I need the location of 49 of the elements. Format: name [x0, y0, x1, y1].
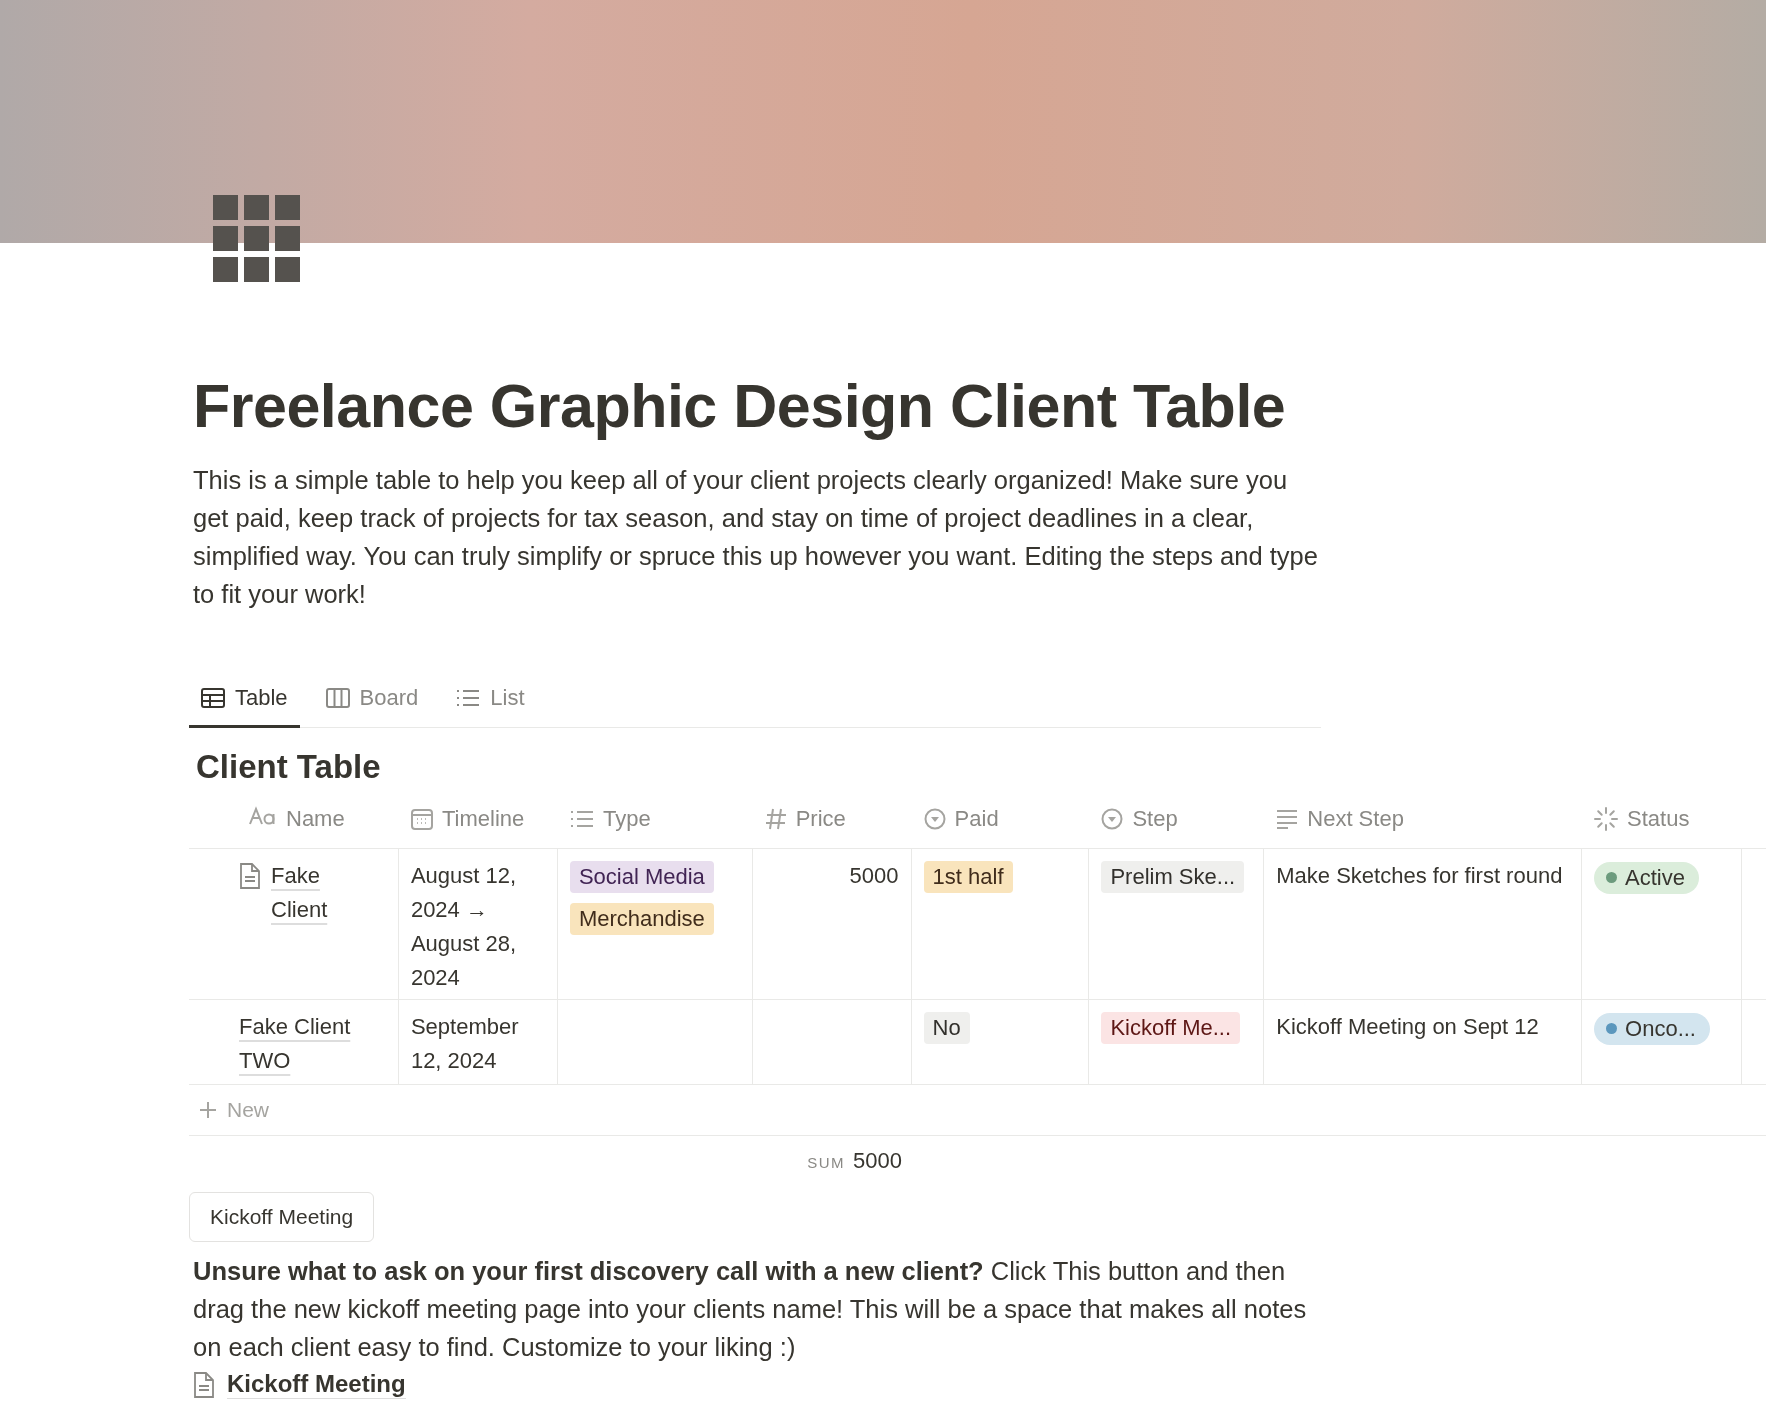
column-header[interactable]: Status	[1627, 806, 1690, 832]
plus-icon	[199, 1101, 217, 1119]
row-name[interactable]: Fake Client TWO	[239, 1010, 379, 1078]
page-title: Freelance Graphic Design Client Table	[193, 371, 1287, 441]
dropdown-icon	[923, 808, 946, 830]
view-tab[interactable]: Table	[189, 675, 300, 728]
price-value: 5000	[849, 863, 899, 888]
calendar-icon	[410, 808, 433, 830]
sum-value: 5000	[853, 1147, 902, 1175]
table-title: Client Table	[196, 748, 381, 786]
tag: 1st half	[923, 861, 1013, 893]
column-header[interactable]: Price	[795, 806, 846, 832]
column-header[interactable]: Step	[1132, 806, 1178, 832]
step-tag: Kickoff Me...	[1101, 1012, 1241, 1044]
document-icon	[193, 1371, 215, 1398]
tag: No	[923, 1012, 970, 1044]
column-header[interactable]: Next Step	[1307, 806, 1404, 832]
tag: Merchandise	[569, 903, 714, 935]
date-range: September 12, 2024	[410, 1013, 520, 1075]
sum-label: SUM	[807, 1153, 846, 1173]
view-tab[interactable]: List	[444, 675, 537, 728]
hash-icon	[764, 808, 787, 830]
page-link[interactable]: Kickoff Meeting	[227, 1370, 406, 1399]
note-paragraph: Unsure what to ask on your first discovery call with a new client? Click This button and then drag the new kickoff meeting page into your clients name! This will be a space that makes all notes on each client easy to find. Customize to your liking :)	[193, 1256, 1308, 1363]
next-step-text: Make Sketches for first round	[1276, 862, 1564, 890]
loading-icon	[1594, 807, 1619, 831]
next-step-text: Kickoff Meeting on Sept 12	[1276, 1013, 1540, 1041]
board-icon	[325, 688, 350, 708]
date-range: August 12, 2024 → August 28, 2024	[410, 862, 518, 992]
row-name[interactable]: Fake Client	[271, 859, 341, 927]
view-tab[interactable]: Board	[313, 675, 431, 728]
tag: Social Media	[569, 861, 714, 893]
column-header[interactable]: Paid	[954, 806, 999, 832]
document-icon	[239, 863, 261, 889]
column-header[interactable]: Timeline	[441, 806, 525, 832]
grid-icon	[213, 195, 300, 282]
list-icon	[569, 809, 594, 829]
status-pill: Active	[1594, 861, 1699, 894]
text-lines-icon	[1276, 809, 1299, 829]
status-pill: Onco...	[1594, 1012, 1710, 1045]
kickoff-meeting-button[interactable]: Kickoff Meeting	[189, 1192, 375, 1242]
column-header[interactable]: Type	[602, 806, 651, 832]
column-header[interactable]: Name	[286, 806, 345, 832]
new-row-button[interactable]: New	[199, 1098, 269, 1122]
page-description: This is a simple table to help you keep all of your client projects clearly organized! Make sure you get paid, keep track of projects for tax season, and stay on time of project deadlines in a clear, simplified way. You can truly simplify or spruce this up however you want. Editing the steps and type to fit your work!	[193, 465, 1318, 610]
table-icon	[201, 688, 225, 708]
step-tag: Prelim Ske...	[1101, 861, 1245, 893]
dropdown-icon	[1101, 808, 1124, 830]
list-icon	[456, 688, 481, 708]
